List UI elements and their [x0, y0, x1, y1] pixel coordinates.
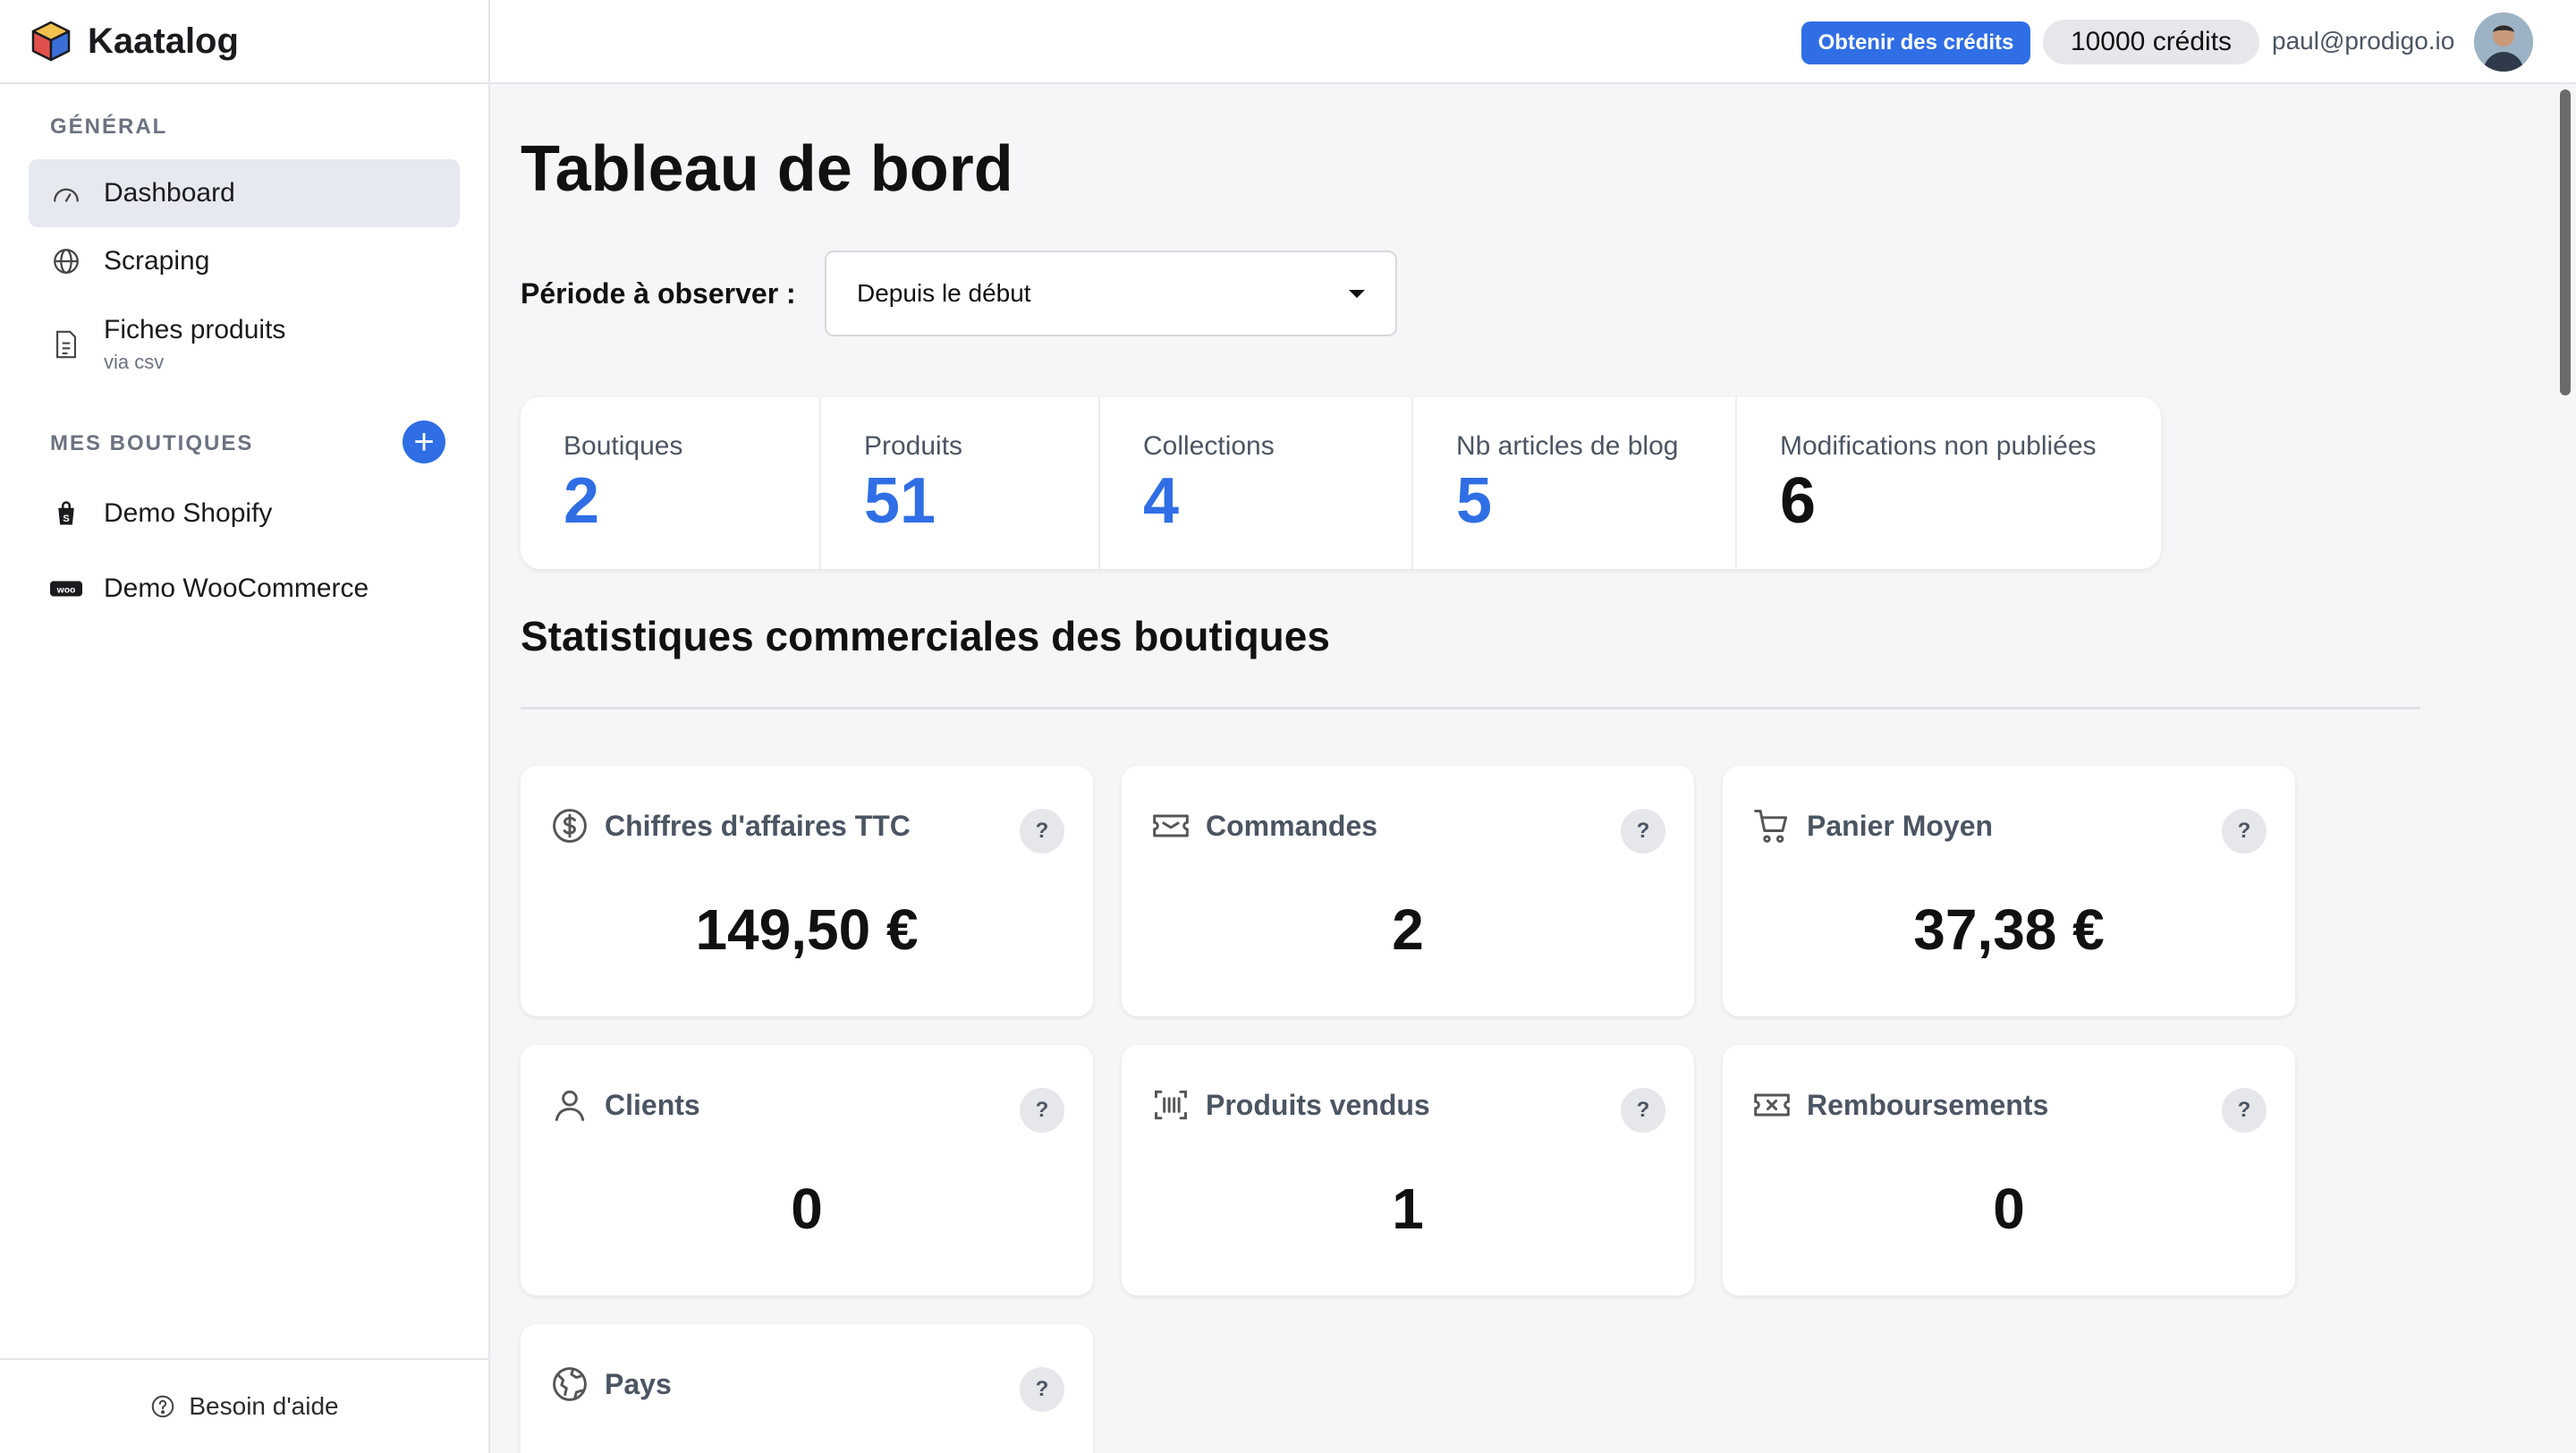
- card-revenue: Chiffres d'affaires TTC ? 149,50 €: [521, 766, 1093, 1016]
- help-circle-icon: [152, 1395, 174, 1418]
- stat-label: Nb articles de blog: [1456, 431, 1679, 461]
- ticket-icon: [1150, 805, 1191, 846]
- stat-collections: Collections 4: [1100, 397, 1413, 569]
- globe-icon: [50, 245, 82, 277]
- section-title-general: GÉNÉRAL: [50, 115, 168, 139]
- help-tooltip-button[interactable]: ?: [2222, 809, 2267, 854]
- period-label: Période à observer :: [521, 277, 796, 310]
- refund-icon: [1751, 1084, 1792, 1126]
- section-title-shops: MES BOUTIQUES: [50, 431, 254, 455]
- svg-text:woo: woo: [56, 586, 76, 596]
- sidebar-item-dashboard[interactable]: Dashboard: [29, 159, 460, 227]
- user-icon: [549, 1084, 590, 1126]
- card-header: Chiffres d'affaires TTC: [549, 805, 911, 846]
- stat-value: 4: [1143, 465, 1180, 537]
- sidebar-item-label: Demo Shopify: [104, 498, 273, 528]
- stat-label: Produits: [864, 431, 963, 461]
- gauge-icon: [50, 177, 82, 209]
- card-header: Commandes: [1150, 805, 1377, 846]
- app-name: Kaatalog: [88, 21, 239, 61]
- stat-blog-articles: Nb articles de blog 5: [1413, 397, 1737, 569]
- get-credits-button[interactable]: Obtenir des crédits: [1801, 21, 2030, 64]
- sidebar-item-sublabel: via csv: [104, 351, 165, 373]
- help-tooltip-button[interactable]: ?: [1020, 1367, 1064, 1412]
- sidebar-item-label: Scraping: [104, 246, 210, 276]
- card-value: 1: [1392, 1177, 1424, 1241]
- stat-value: 6: [1780, 465, 1817, 537]
- card-value: 149,50 €: [695, 897, 919, 962]
- file-icon: [50, 328, 82, 361]
- cart-icon: [1751, 805, 1792, 846]
- card-label: Produits vendus: [1206, 1088, 1430, 1121]
- user-email: paul@prodigo.io: [2272, 27, 2455, 55]
- card-orders: Commandes ? 2: [1122, 766, 1694, 1016]
- sidebar-item-scraping[interactable]: Scraping: [29, 227, 460, 295]
- card-label: Clients: [605, 1088, 700, 1121]
- card-refunds: Remboursements ? 0: [1723, 1045, 2295, 1296]
- card-header: Pays: [549, 1364, 672, 1405]
- card-label: Remboursements: [1807, 1088, 2049, 1121]
- card-value: 0: [1993, 1177, 2025, 1241]
- period-select-value: Depuis le début: [857, 279, 1031, 307]
- sidebar-item-text: Fiches produits via csv: [104, 315, 285, 374]
- card-countries: Pays ?: [521, 1324, 1093, 1453]
- sidebar-item-demo-woocommerce[interactable]: woo Demo WooCommerce: [29, 555, 460, 623]
- page-title: Tableau de bord: [521, 133, 1013, 205]
- cube-logo-icon: [31, 21, 71, 62]
- stat-produits: Produits 51: [821, 397, 1100, 569]
- shopify-icon: S: [50, 497, 82, 530]
- stat-value: 51: [864, 465, 936, 537]
- card-products-sold: Produits vendus ? 1: [1122, 1045, 1694, 1296]
- sidebar-item-label: Dashboard: [104, 178, 235, 208]
- caret-down-icon: [1349, 290, 1365, 298]
- stat-value: 2: [564, 465, 600, 537]
- avatar[interactable]: [2474, 13, 2533, 72]
- sidebar-item-demo-shopify[interactable]: S Demo Shopify: [29, 480, 460, 548]
- card-value: 37,38 €: [1913, 897, 2105, 962]
- brand[interactable]: Kaatalog: [0, 0, 488, 84]
- card-header: Clients: [549, 1084, 700, 1126]
- credits-badge: 10000 crédits: [2043, 20, 2259, 64]
- svg-text:S: S: [63, 514, 70, 524]
- stat-label: Boutiques: [564, 431, 683, 461]
- add-shop-button[interactable]: +: [402, 421, 445, 463]
- card-label: Chiffres d'affaires TTC: [605, 809, 911, 842]
- help-link[interactable]: Besoin d'aide: [0, 1358, 488, 1453]
- stat-boutiques: Boutiques 2: [521, 397, 821, 569]
- stat-value: 5: [1456, 465, 1493, 537]
- section-title: Statistiques commerciales des boutiques: [521, 613, 1330, 659]
- period-select[interactable]: Depuis le début: [825, 251, 1397, 336]
- scrollbar[interactable]: [2560, 89, 2571, 395]
- card-value: 0: [791, 1177, 823, 1241]
- topbar: Obtenir des crédits 10000 crédits paul@p…: [490, 0, 2576, 84]
- sidebar: Kaatalog GÉNÉRAL Dashboard Scraping Fich…: [0, 0, 490, 1453]
- card-header: Produits vendus: [1150, 1084, 1430, 1126]
- card-label: Panier Moyen: [1807, 809, 1994, 842]
- card-clients: Clients ? 0: [521, 1045, 1093, 1296]
- world-icon: [549, 1364, 590, 1405]
- dollar-circle-icon: [549, 805, 590, 846]
- card-value: 2: [1392, 897, 1424, 962]
- help-tooltip-button[interactable]: ?: [1020, 1088, 1064, 1133]
- divider: [521, 707, 2420, 710]
- card-label: Commandes: [1206, 809, 1378, 842]
- card-average-cart: Panier Moyen ? 37,38 €: [1723, 766, 2295, 1016]
- sidebar-item-label: Fiches produits: [104, 315, 286, 344]
- card-header: Panier Moyen: [1751, 805, 1993, 846]
- help-tooltip-button[interactable]: ?: [1621, 1088, 1665, 1133]
- sidebar-item-fiches-produits[interactable]: Fiches produits via csv: [29, 304, 460, 385]
- stat-label: Collections: [1143, 431, 1275, 461]
- woocommerce-icon: woo: [50, 573, 82, 605]
- stat-label: Modifications non publiées: [1780, 431, 2097, 461]
- help-tooltip-button[interactable]: ?: [2222, 1088, 2267, 1133]
- help-tooltip-button[interactable]: ?: [1020, 809, 1064, 854]
- stats-bar: Boutiques 2 Produits 51 Collections 4 Nb…: [521, 397, 2161, 569]
- sidebar-item-label: Demo WooCommerce: [104, 574, 369, 603]
- help-label: Besoin d'aide: [189, 1392, 339, 1420]
- card-header: Remboursements: [1751, 1084, 2048, 1126]
- barcode-icon: [1150, 1084, 1191, 1126]
- help-tooltip-button[interactable]: ?: [1621, 809, 1665, 854]
- stat-unpublished: Modifications non publiées 6: [1737, 397, 2161, 569]
- card-label: Pays: [605, 1367, 672, 1400]
